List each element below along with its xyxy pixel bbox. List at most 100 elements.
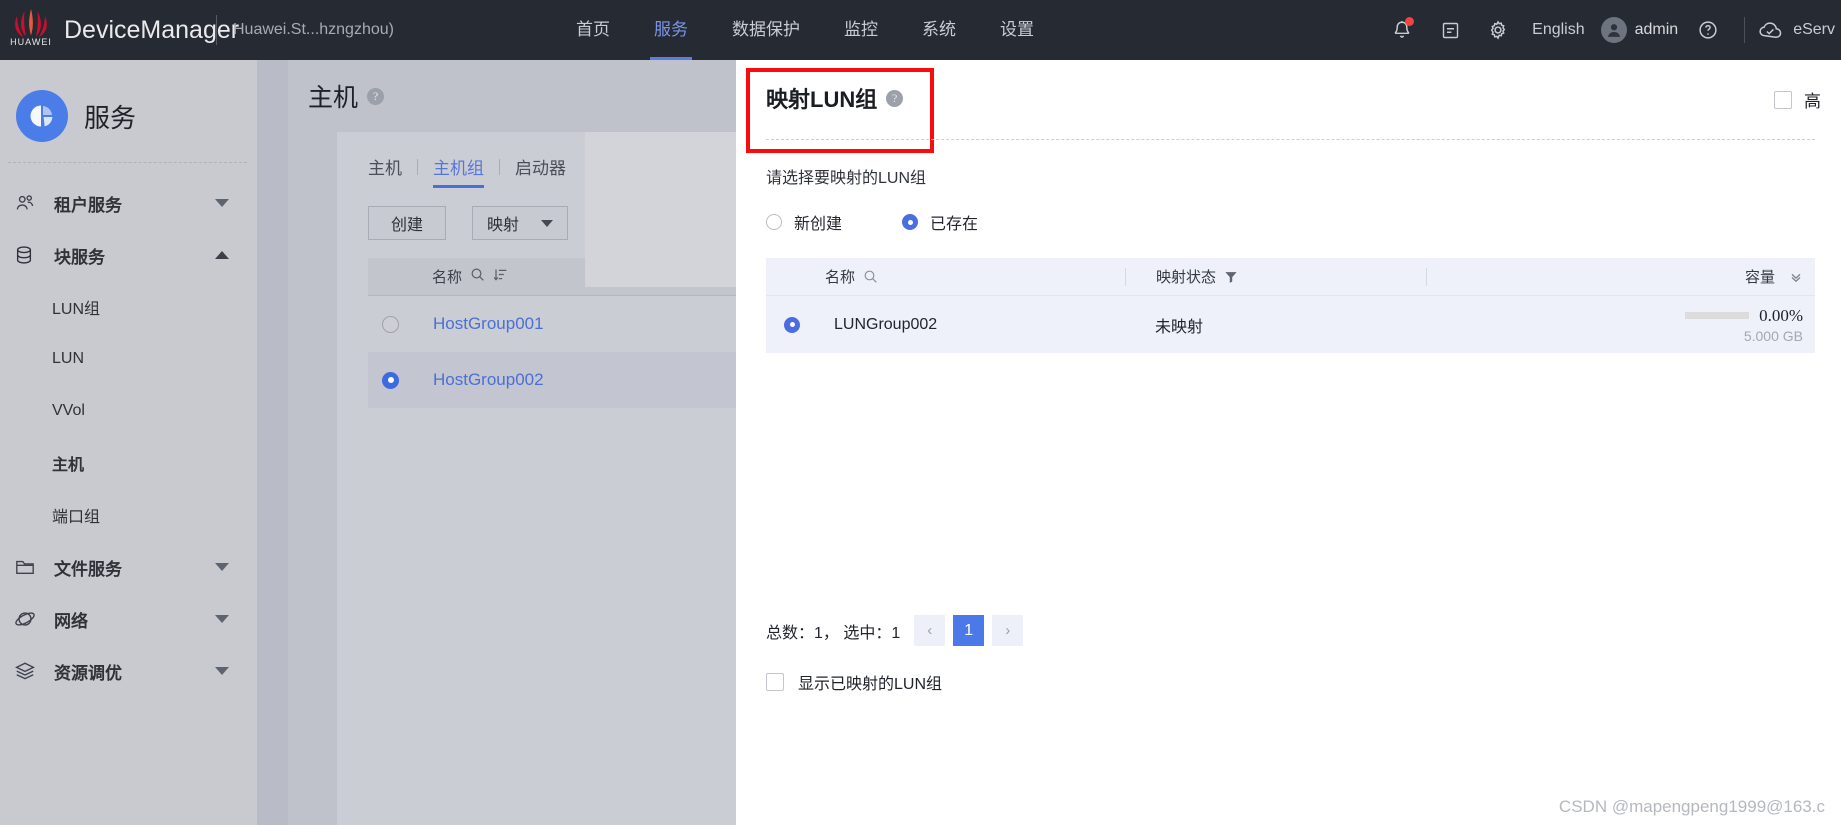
nav-item-data-protection[interactable]: 数据保护 <box>710 0 822 60</box>
advanced-label: 高 <box>1804 92 1821 111</box>
tab-initiator[interactable]: 启动器 <box>515 154 566 188</box>
language-selector[interactable]: English <box>1532 21 1584 39</box>
chevron-down-icon[interactable] <box>215 615 229 623</box>
sidebar-label: LUN组 <box>52 301 101 318</box>
radio-existing[interactable]: 已存在 <box>902 210 978 234</box>
chevron-expand-icon[interactable] <box>1789 270 1803 284</box>
row-radio[interactable] <box>382 315 399 333</box>
create-button[interactable]: 创建 <box>368 206 446 240</box>
sidebar-item-vvol[interactable]: VVol <box>0 385 257 437</box>
brand-divider <box>216 15 217 45</box>
sidebar-item-lun-group[interactable]: LUN组 <box>0 281 257 333</box>
sidebar-item-network[interactable]: 网络 <box>0 593 257 645</box>
sidebar-label: 块服务 <box>54 247 105 267</box>
capacity-top: 0.00% <box>1685 306 1803 326</box>
host-page: 主机 ? 主机 主机组 启动器 创建 映射 名称 HostGroup001 Ho… <box>288 60 736 825</box>
filter-icon[interactable] <box>1224 270 1238 284</box>
search-icon[interactable] <box>470 267 485 287</box>
sidebar-label: 主机 <box>52 457 85 474</box>
pagination-prev-button[interactable]: ‹ <box>914 615 946 646</box>
chevron-down-icon[interactable] <box>215 563 229 571</box>
top-right-divider <box>1744 17 1746 43</box>
radio-new-create[interactable]: 新创建 <box>766 210 842 234</box>
column-header-name: 名称 <box>766 266 1125 287</box>
panel-title-text: 映射LUN组 <box>766 87 878 112</box>
page-title-text: 主机 <box>308 84 359 112</box>
tab-divider <box>417 158 418 175</box>
huawei-logo-icon: HUAWEI <box>8 7 54 53</box>
column-header-capacity-label: 容量 <box>1744 269 1775 286</box>
task-list-icon[interactable] <box>1433 13 1467 47</box>
map-button[interactable]: 映射 <box>472 206 569 240</box>
sidebar-label: 文件服务 <box>54 559 122 579</box>
nav-item-services[interactable]: 服务 <box>632 0 710 60</box>
radio-indicator-selected <box>902 214 919 230</box>
tab-host-group[interactable]: 主机组 <box>433 154 484 188</box>
table-row[interactable]: HostGroup001 <box>368 296 736 352</box>
row-capacity-cell: 0.00% 5.000 GB <box>1426 306 1815 344</box>
help-icon[interactable] <box>1691 13 1725 47</box>
notification-bell-icon[interactable] <box>1385 13 1419 47</box>
chevron-down-icon[interactable] <box>215 199 229 207</box>
map-button-label: 映射 <box>487 217 520 234</box>
advanced-toggle[interactable]: 高 <box>1774 87 1821 112</box>
row-radio-selected[interactable] <box>382 371 399 389</box>
network-icon <box>14 607 44 631</box>
host-tabs: 主机 主机组 启动器 <box>337 132 736 188</box>
table-row[interactable]: HostGroup002 <box>368 352 736 408</box>
sidebar: 服务 租户服务 块服务 LUN组 LUN VVol 主机 端口组 文件服务 网络… <box>0 60 257 825</box>
pagination-next-button[interactable]: › <box>992 615 1024 646</box>
user-menu[interactable]: admin <box>1600 17 1678 43</box>
sidebar-label: 租户服务 <box>54 195 122 215</box>
eservice-link[interactable]: eServ <box>1757 13 1835 47</box>
column-header-status: 映射状态 <box>1126 266 1426 287</box>
pagination-page-1[interactable]: 1 <box>953 615 985 646</box>
host-group-link[interactable]: HostGroup001 <box>433 314 544 334</box>
nav-item-monitoring[interactable]: 监控 <box>822 0 900 60</box>
sidebar-label: VVol <box>52 402 85 419</box>
row-status-cell: 未映射 <box>1155 318 1204 336</box>
show-mapped-checkbox[interactable] <box>766 673 784 691</box>
sidebar-item-lun[interactable]: LUN <box>0 333 257 385</box>
lun-group-mode-radios: 新创建 已存在 <box>736 188 1841 234</box>
row-name-cell: LUNGroup002 <box>766 316 1125 334</box>
avatar <box>1600 17 1627 43</box>
eservice-label: eServ <box>1793 21 1835 38</box>
nav-item-home[interactable]: 首页 <box>554 0 632 60</box>
lun-group-name: LUNGroup002 <box>834 315 938 333</box>
column-header-name: 名称 <box>432 269 463 286</box>
search-icon[interactable] <box>863 269 878 284</box>
advanced-checkbox[interactable] <box>1774 90 1792 109</box>
gear-icon[interactable] <box>1481 13 1515 47</box>
chevron-down-icon[interactable] <box>215 667 229 675</box>
sort-icon[interactable] <box>493 267 508 287</box>
panel-header: 映射LUN组 ? 高 <box>736 60 1841 153</box>
show-mapped-toggle[interactable]: 显示已映射的LUN组 <box>766 670 942 694</box>
tab-host[interactable]: 主机 <box>368 154 402 188</box>
help-icon[interactable]: ? <box>886 89 904 107</box>
chevron-down-icon <box>541 219 554 227</box>
database-icon <box>14 243 44 267</box>
radio-label: 新创建 <box>794 216 843 233</box>
brand-area[interactable]: HUAWEI DeviceManager <box>0 7 239 53</box>
top-bar-right: English admin eServ <box>1378 0 1841 60</box>
huawei-wordmark: HUAWEI <box>10 37 52 47</box>
sidebar-label: 网络 <box>54 611 88 631</box>
nav-item-system[interactable]: 系统 <box>900 0 978 60</box>
sidebar-item-port-group[interactable]: 端口组 <box>0 489 257 541</box>
sidebar-item-host[interactable]: 主机 <box>0 437 257 489</box>
help-icon[interactable]: ? <box>367 87 385 105</box>
column-header-capacity: 容量 <box>1427 266 1815 287</box>
table-row[interactable]: LUNGroup002 未映射 0.00% 5.000 GB <box>766 296 1815 353</box>
row-radio-selected[interactable] <box>784 316 800 333</box>
cloud-check-icon <box>1757 13 1785 47</box>
sidebar-item-block-services[interactable]: 块服务 <box>0 229 257 281</box>
sidebar-item-file-services[interactable]: 文件服务 <box>0 541 257 593</box>
host-group-link[interactable]: HostGroup002 <box>433 370 544 390</box>
watermark: CSDN @mapengpeng1999@163.c <box>1558 797 1825 816</box>
nav-item-settings[interactable]: 设置 <box>978 0 1056 60</box>
sidebar-label: 资源调优 <box>54 663 122 683</box>
sidebar-item-resource-tuning[interactable]: 资源调优 <box>0 645 257 697</box>
sidebar-item-tenant-services[interactable]: 租户服务 <box>0 177 257 229</box>
chevron-up-icon[interactable] <box>215 251 229 259</box>
